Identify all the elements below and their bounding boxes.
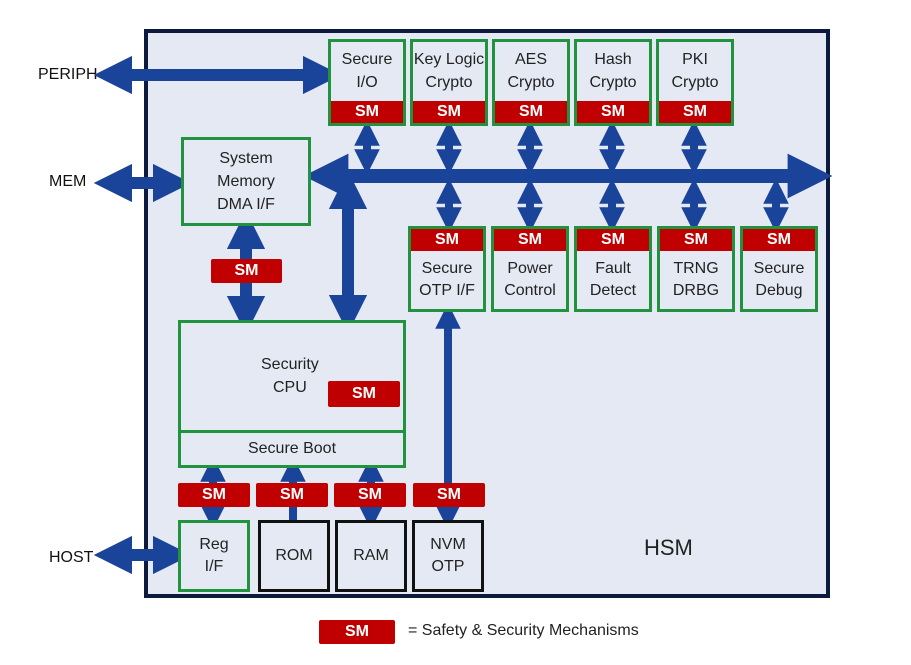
block-secure-debug: SM Secure Debug xyxy=(740,226,818,312)
sm-badge-dma-link: SM xyxy=(211,259,282,283)
block-system-memory-dma: System Memory DMA I/F xyxy=(181,137,311,226)
hsm-title: HSM xyxy=(644,535,693,560)
block-aes-crypto: AES Crypto SM xyxy=(492,39,570,126)
block-power-control: SM Power Control xyxy=(491,226,569,312)
sm-badge: SM xyxy=(577,229,649,251)
block-label: Secure I/O xyxy=(341,51,393,91)
block-label: Secure OTP I/F xyxy=(419,259,475,299)
block-label: System Memory DMA I/F xyxy=(217,149,275,214)
block-label: Power Control xyxy=(504,259,556,299)
block-hash-crypto: Hash Crypto SM xyxy=(574,39,652,126)
sm-badge: SM xyxy=(659,101,731,123)
block-label: Fault Detect xyxy=(589,259,637,299)
block-label: PKI Crypto xyxy=(671,51,719,91)
sm-badge: SM xyxy=(413,101,485,123)
block-label: Key Logic Crypto xyxy=(413,51,485,91)
sm-badge-cpu: SM xyxy=(328,381,400,407)
sm-badge: SM xyxy=(743,229,815,251)
sm-badge-ram: SM xyxy=(334,483,406,507)
sm-badge-nvm: SM xyxy=(413,483,485,507)
block-label: Secure Debug xyxy=(753,259,805,299)
sm-badge-reg-if: SM xyxy=(178,483,250,507)
block-key-logic-crypto: Key Logic Crypto SM xyxy=(410,39,488,126)
block-secure-otp-if: SM Secure OTP I/F xyxy=(408,226,486,312)
sm-badge: SM xyxy=(495,101,567,123)
legend-text: = Safety & Security Mechanisms xyxy=(408,622,639,639)
block-label: AES Crypto xyxy=(507,51,555,91)
sm-badge: SM xyxy=(577,101,649,123)
sm-badge: SM xyxy=(331,101,403,123)
block-ram: RAM xyxy=(335,520,407,592)
block-pki-crypto: PKI Crypto SM xyxy=(656,39,734,126)
block-label: TRNG DRBG xyxy=(672,259,720,299)
block-nvm-otp: NVM OTP xyxy=(412,520,484,592)
block-label: Reg I/F xyxy=(199,535,229,575)
sm-badge: SM xyxy=(494,229,566,251)
block-secure-io: Secure I/O SM xyxy=(328,39,406,126)
block-rom: ROM xyxy=(258,520,330,592)
block-trng-drbg: SM TRNG DRBG xyxy=(657,226,735,312)
sm-badge-rom: SM xyxy=(256,483,328,507)
legend-sm-swatch: SM xyxy=(319,620,395,644)
block-label: RAM xyxy=(353,546,389,564)
block-label: ROM xyxy=(275,546,313,564)
block-label: NVM OTP xyxy=(430,535,466,575)
block-label: Hash Crypto xyxy=(589,51,637,91)
sm-badge: SM xyxy=(411,229,483,251)
cpu-label: Security CPU xyxy=(261,356,319,396)
block-fault-detect: SM Fault Detect xyxy=(574,226,652,312)
block-reg-if: Reg I/F xyxy=(178,520,250,592)
sm-badge: SM xyxy=(660,229,732,251)
secure-boot-section: Secure Boot xyxy=(181,430,403,465)
